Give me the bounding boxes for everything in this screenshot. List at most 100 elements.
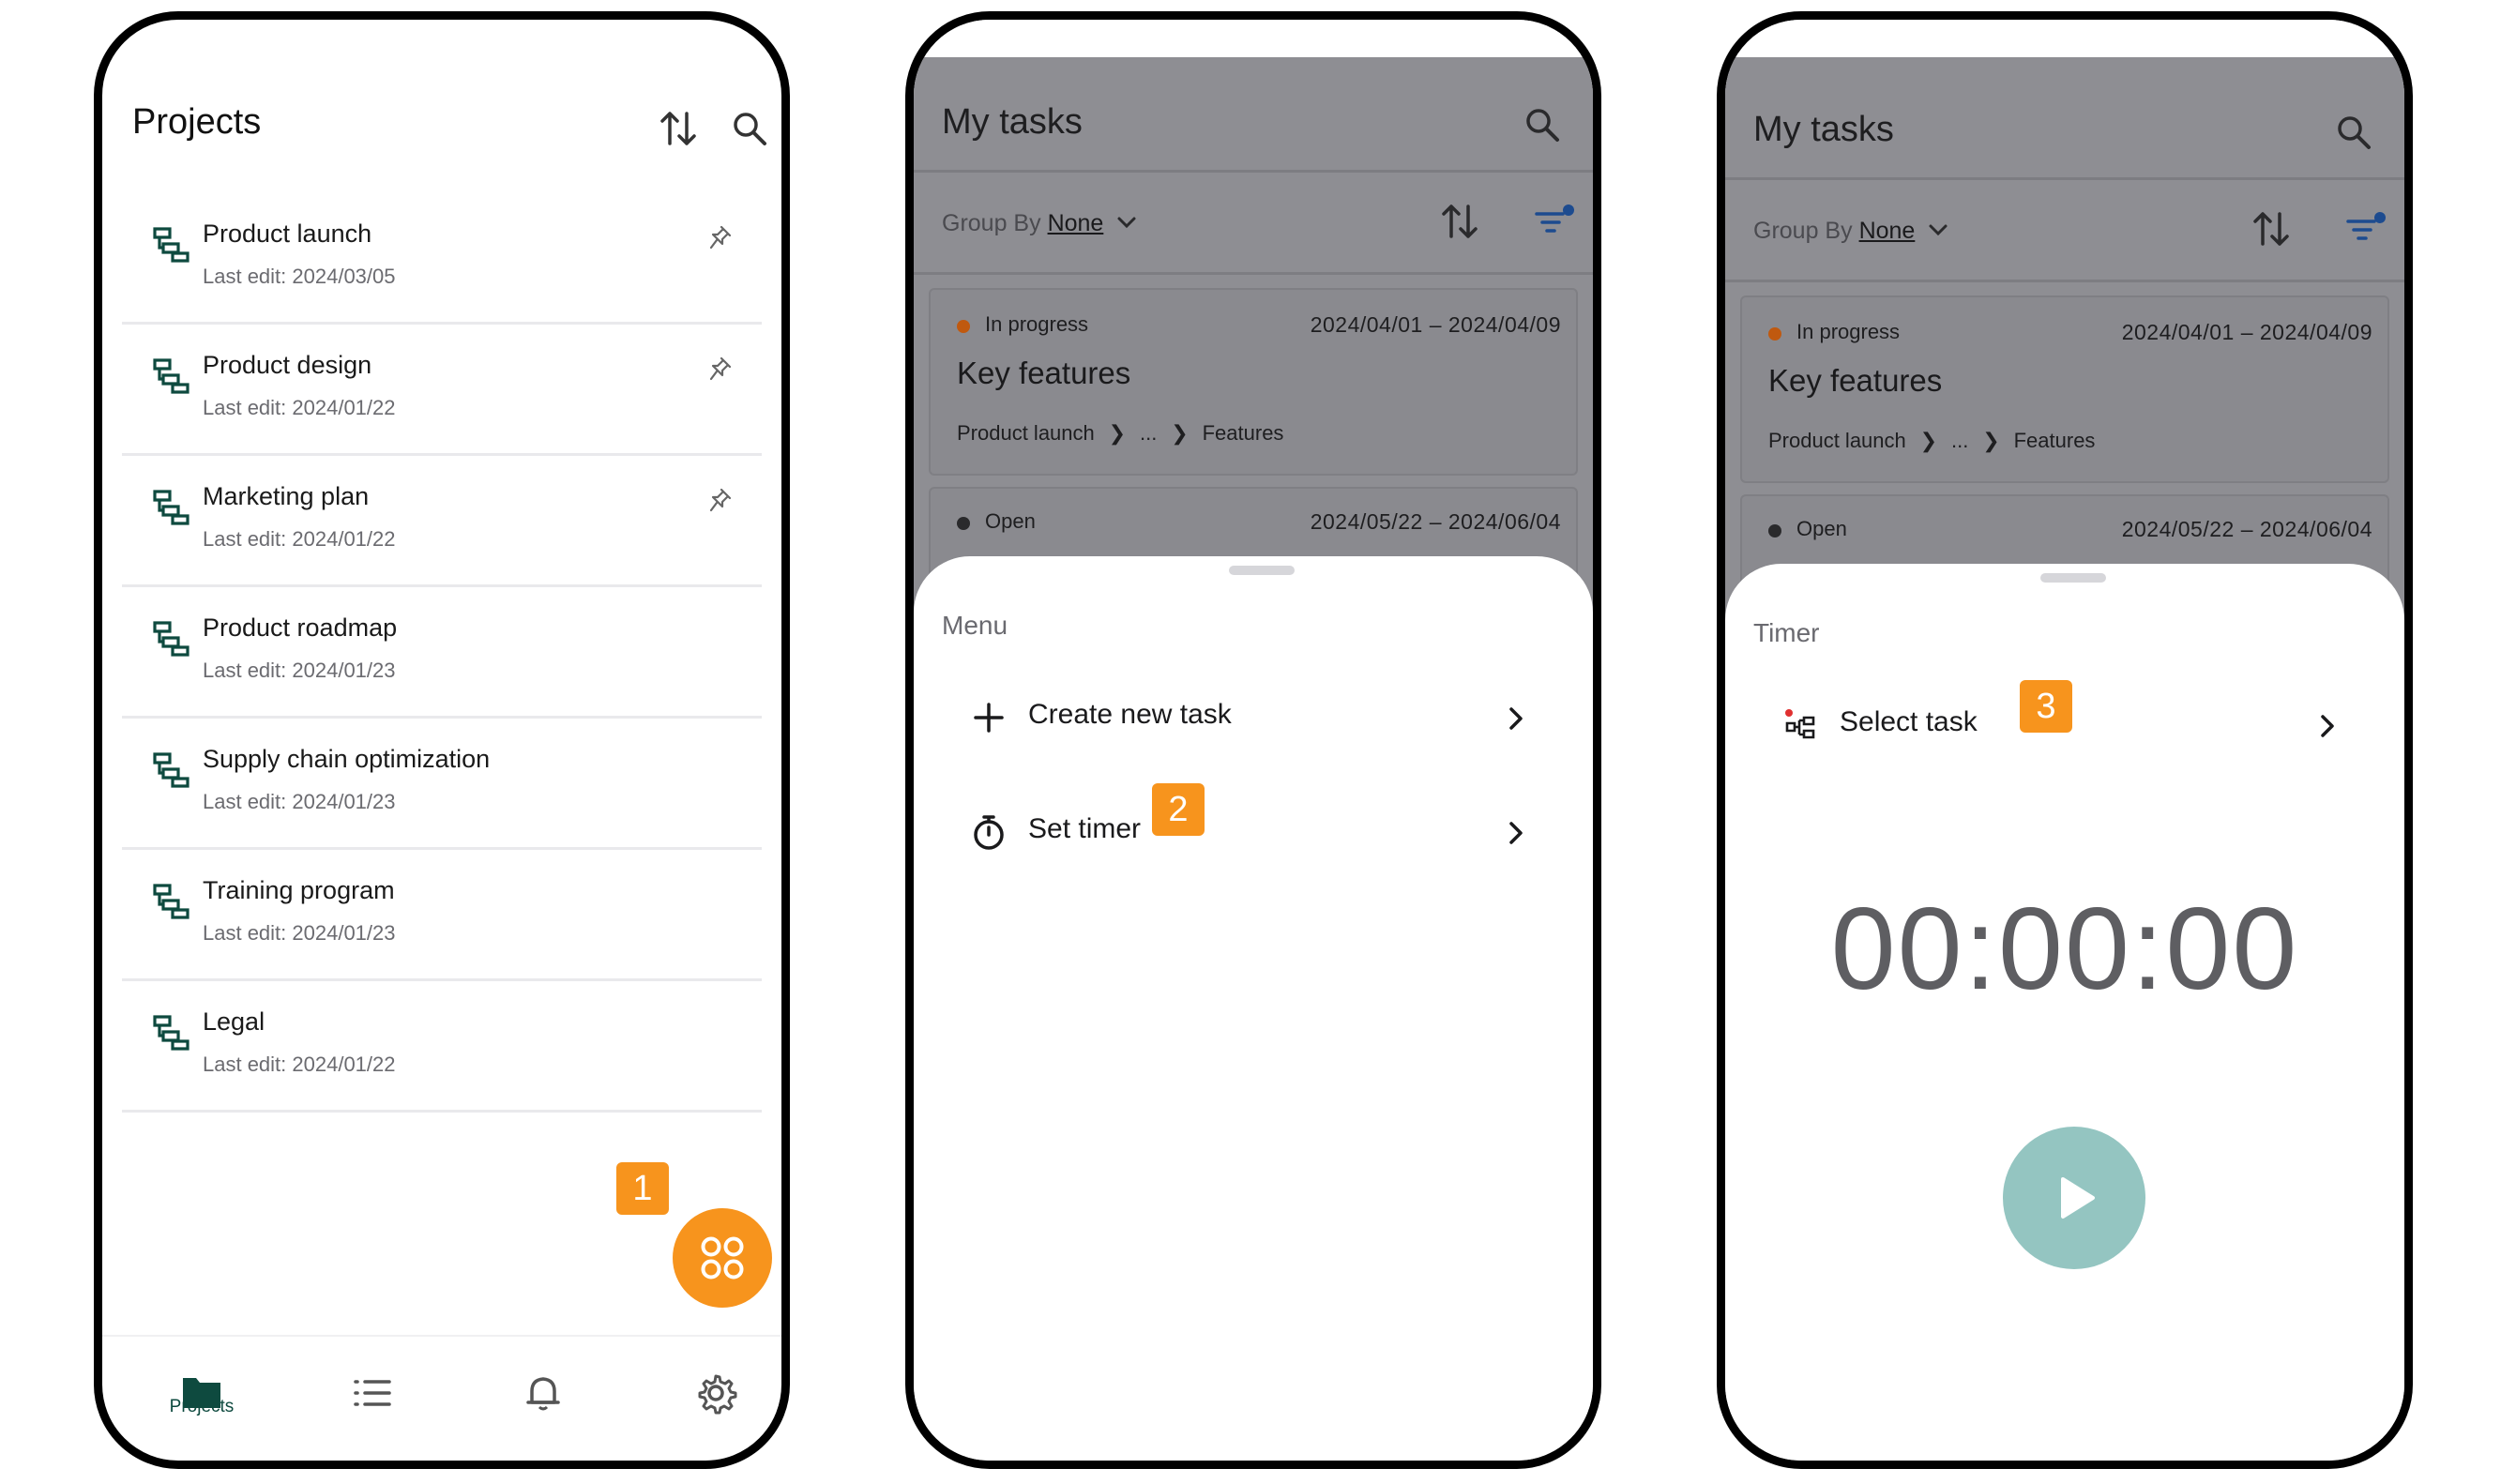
project-row[interactable]: Supply chain optimization Last edit: 2024… <box>122 719 762 850</box>
groupby-selector[interactable]: Group By None <box>1753 218 1949 245</box>
gear-icon[interactable] <box>688 1365 744 1421</box>
project-name: Product launch <box>203 220 372 248</box>
breadcrumb-item: ... <box>1140 421 1158 445</box>
step-badge: 1 <box>616 1162 669 1215</box>
chevron-right-icon <box>1509 707 1523 730</box>
sort-icon[interactable] <box>658 108 699 149</box>
search-icon[interactable] <box>729 108 770 149</box>
list-icon[interactable] <box>344 1365 401 1421</box>
breadcrumb: Product launch ❯ ... ❯ Features <box>1768 429 2095 453</box>
project-last-edit: Last edit: 2024/01/23 <box>203 790 396 813</box>
project-tree-icon <box>153 490 189 525</box>
play-button[interactable] <box>2003 1127 2145 1269</box>
task-dates: 2024/05/22 – 2024/06/04 <box>1310 509 1561 534</box>
task-status: Open <box>985 509 1036 533</box>
breadcrumb-item: Product launch <box>1768 429 1906 452</box>
groupby-label: Group By <box>1753 218 1853 244</box>
menu-fab-button[interactable] <box>673 1208 772 1308</box>
nav-projects-label: Projects <box>169 1397 235 1416</box>
breadcrumb-item: Features <box>2013 429 2096 452</box>
set-timer-button[interactable]: Set timer 2 <box>942 783 1565 877</box>
chevron-right-icon <box>1509 822 1523 844</box>
status-dot <box>957 517 970 530</box>
project-name: Legal <box>203 1007 265 1036</box>
filter-icon[interactable] <box>2342 208 2389 250</box>
task-card[interactable]: In progress 2024/04/01 – 2024/04/09 Key … <box>929 288 1578 476</box>
task-dates: 2024/04/01 – 2024/04/09 <box>2121 320 2372 344</box>
project-tree-icon <box>153 227 189 263</box>
project-tree-icon <box>153 621 189 657</box>
project-name: Training program <box>203 876 395 904</box>
pin-icon[interactable] <box>707 223 734 251</box>
breadcrumb-item: ... <box>1951 429 1969 452</box>
chevron-right-icon: ❯ <box>1171 421 1189 445</box>
project-tree-icon <box>153 358 189 394</box>
chevron-down-icon <box>1929 224 1948 236</box>
groupby-selector[interactable]: Group By None <box>942 210 1138 237</box>
project-row[interactable]: Product roadmap Last edit: 2024/01/23 <box>122 587 762 719</box>
status-bar <box>1725 20 2404 57</box>
project-tree-icon <box>153 1015 189 1051</box>
task-status: Open <box>1796 517 1847 540</box>
groupby-label: Group By <box>942 210 1041 236</box>
search-icon[interactable] <box>2333 112 2374 153</box>
pin-icon[interactable] <box>707 486 734 514</box>
bottom-nav: Projects <box>102 1335 781 1461</box>
sheet-title: Menu <box>942 611 1008 640</box>
chevron-right-icon <box>2321 715 2334 737</box>
breadcrumb-item: Features <box>1202 421 1284 445</box>
chevron-right-icon: ❯ <box>1919 429 1938 452</box>
project-row[interactable]: Product launch Last edit: 2024/03/05 <box>122 193 762 325</box>
set-timer-label: Set timer <box>1028 813 1142 844</box>
status-dot <box>1768 327 1781 341</box>
project-name: Product design <box>203 351 372 379</box>
breadcrumb: Product launch ❯ ... ❯ Features <box>957 421 1283 446</box>
groupby-toolbar: Group By None <box>1725 180 2404 282</box>
project-last-edit: Last edit: 2024/03/05 <box>203 265 396 288</box>
sheet-title: Timer <box>1753 618 1820 647</box>
chevron-right-icon: ❯ <box>1982 429 2000 452</box>
sheet-drag-handle[interactable] <box>1229 566 1295 575</box>
project-row[interactable]: Marketing plan Last edit: 2024/01/22 <box>122 456 762 587</box>
select-task-label: Select task <box>1840 706 1978 737</box>
task-dates: 2024/05/22 – 2024/06/04 <box>2121 517 2372 541</box>
filter-icon[interactable] <box>1531 201 1578 242</box>
task-card[interactable]: In progress 2024/04/01 – 2024/04/09 Key … <box>1740 295 2389 483</box>
project-name: Supply chain optimization <box>203 745 491 773</box>
project-name: Product roadmap <box>203 613 398 642</box>
project-last-edit: Last edit: 2024/01/22 <box>203 527 396 551</box>
timer-display: 00:00:00 <box>1830 885 2299 1014</box>
tasks-header: My tasks <box>914 57 1593 173</box>
status-dot <box>1768 524 1781 538</box>
page-title: My tasks <box>942 102 1083 142</box>
project-name: Marketing plan <box>203 482 370 510</box>
sort-icon[interactable] <box>2251 208 2292 250</box>
project-row[interactable]: Training program Last edit: 2024/01/23 <box>122 850 762 981</box>
step-badge: 3 <box>2020 680 2072 733</box>
projects-header: Projects <box>102 20 781 193</box>
project-list: Product launch Last edit: 2024/03/05 Produ… <box>122 193 762 1113</box>
project-row[interactable]: Product design Last edit: 2024/01/22 <box>122 325 762 456</box>
play-icon <box>2061 1177 2095 1219</box>
sheet-drag-handle[interactable] <box>2040 573 2106 583</box>
grid-dots-icon <box>701 1236 744 1280</box>
sort-icon[interactable] <box>1439 201 1480 242</box>
groupby-value: None <box>1858 218 1916 244</box>
groupby-value: None <box>1047 210 1104 236</box>
task-status: In progress <box>1796 320 1901 343</box>
page-title: Projects <box>132 102 262 142</box>
tasks-header: My tasks <box>1725 57 2404 180</box>
project-last-edit: Last edit: 2024/01/22 <box>203 396 396 419</box>
search-icon[interactable] <box>1522 104 1563 145</box>
page-title: My tasks <box>1753 110 1894 149</box>
create-new-task-button[interactable]: Create new task <box>942 678 1565 763</box>
task-dates: 2024/04/01 – 2024/04/09 <box>1310 312 1561 337</box>
pin-icon[interactable] <box>707 355 734 383</box>
project-row[interactable]: Legal Last edit: 2024/01/22 <box>122 981 762 1113</box>
project-last-edit: Last edit: 2024/01/22 <box>203 1052 396 1076</box>
step-badge: 2 <box>1152 783 1205 836</box>
timer-bottom-sheet: Timer Select task 3 00:00:00 <box>1725 564 2404 1461</box>
select-task-button[interactable]: Select task 3 <box>1753 680 2376 770</box>
project-last-edit: Last edit: 2024/01/23 <box>203 921 396 945</box>
bell-icon[interactable] <box>515 1365 571 1421</box>
